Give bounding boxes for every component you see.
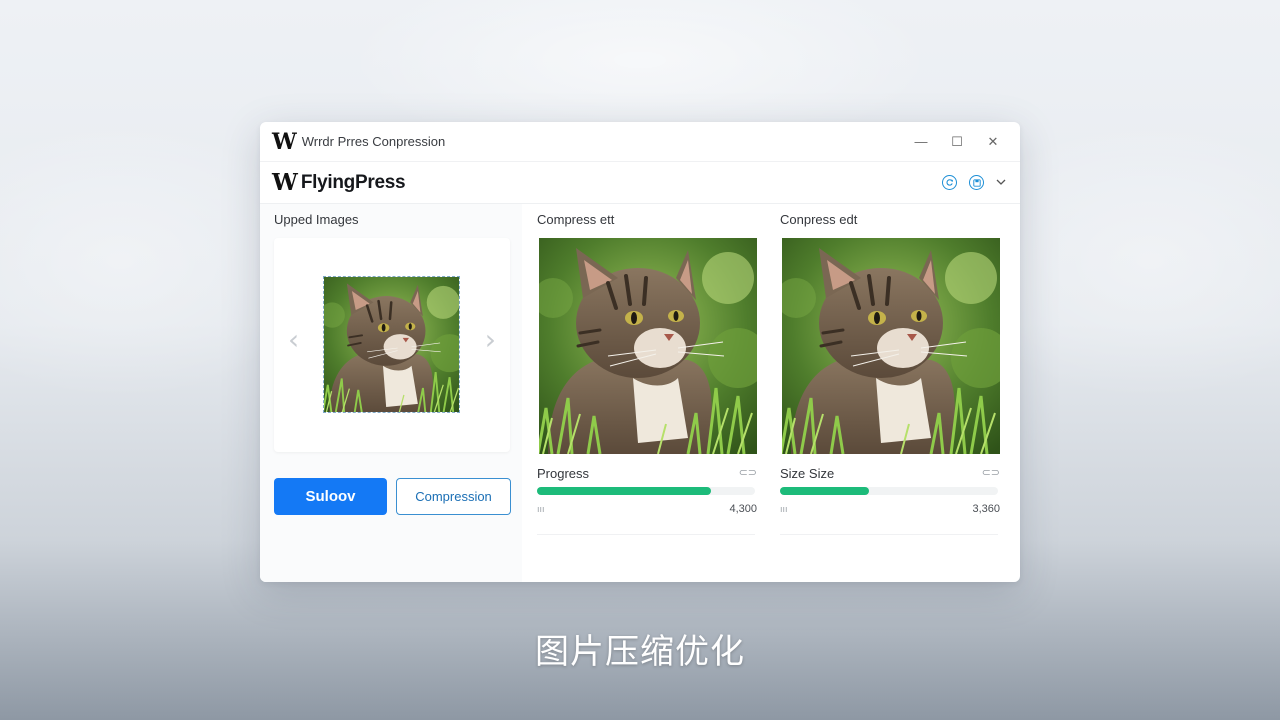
progress-bar: [537, 487, 755, 495]
column-label: Compress ett: [537, 212, 615, 227]
link-icon[interactable]: ⊂⊃: [739, 466, 757, 479]
result-column-2: Conpress edt Size Size ⊂⊃ ııı 3,360: [780, 204, 1000, 582]
progress-fill: [780, 487, 870, 495]
link-icon[interactable]: ⊂⊃: [982, 466, 1000, 479]
header-actions: [942, 175, 1008, 190]
prev-arrow-icon[interactable]: ‹: [288, 326, 299, 354]
upload-panel: Upped Images ‹ › Suloov Compression: [260, 204, 522, 582]
progress-label: Size Size: [780, 466, 835, 481]
size-value: 3,360: [972, 503, 1000, 515]
wordpress-logo: W: [272, 128, 297, 155]
brand-name: FlyingPress: [300, 171, 406, 193]
progress-fill: [537, 487, 712, 495]
progress-label: Progress: [537, 466, 590, 481]
progress-bar: [780, 487, 998, 495]
upload-panel-label: Upped Images: [274, 212, 359, 227]
compressed-image[interactable]: [539, 238, 757, 454]
submit-button[interactable]: Suloov: [274, 478, 387, 515]
meta-icon: ııı: [537, 504, 545, 514]
uploaded-image-thumbnail[interactable]: [323, 276, 460, 413]
column-label: Conpress edt: [780, 212, 858, 227]
save-icon[interactable]: [969, 175, 984, 190]
upload-preview: ‹ ›: [274, 238, 510, 452]
maximize-button[interactable]: ☐: [942, 130, 972, 154]
video-caption: 图片压缩优化: [535, 632, 745, 672]
compressed-image[interactable]: [782, 238, 1000, 454]
window-controls: — ☐ ✕: [906, 130, 1008, 154]
divider: [537, 534, 755, 535]
brand-logo: W: [272, 169, 298, 196]
app-window: W Wrrdr Prres Conpression — ☐ ✕ W Flying…: [260, 122, 1020, 582]
close-button[interactable]: ✕: [978, 130, 1008, 154]
result-column-1: Compress ett Progress ⊂⊃ ııı 4,300: [537, 204, 757, 582]
chevron-down-icon[interactable]: [996, 177, 1006, 189]
main-content: Upped Images ‹ › Suloov Compression Comp…: [260, 204, 1020, 582]
app-header: W FlyingPress: [260, 162, 1020, 204]
meta-icon: ııı: [780, 504, 788, 514]
size-value: 4,300: [729, 503, 757, 515]
divider: [780, 534, 998, 535]
refresh-icon[interactable]: [942, 175, 957, 190]
minimize-button[interactable]: —: [906, 130, 936, 154]
window-title: Wrrdr Prres Conpression: [301, 134, 446, 149]
title-bar: W Wrrdr Prres Conpression — ☐ ✕: [260, 122, 1020, 162]
next-arrow-icon[interactable]: ›: [485, 326, 496, 354]
compression-button[interactable]: Compression: [396, 478, 511, 515]
